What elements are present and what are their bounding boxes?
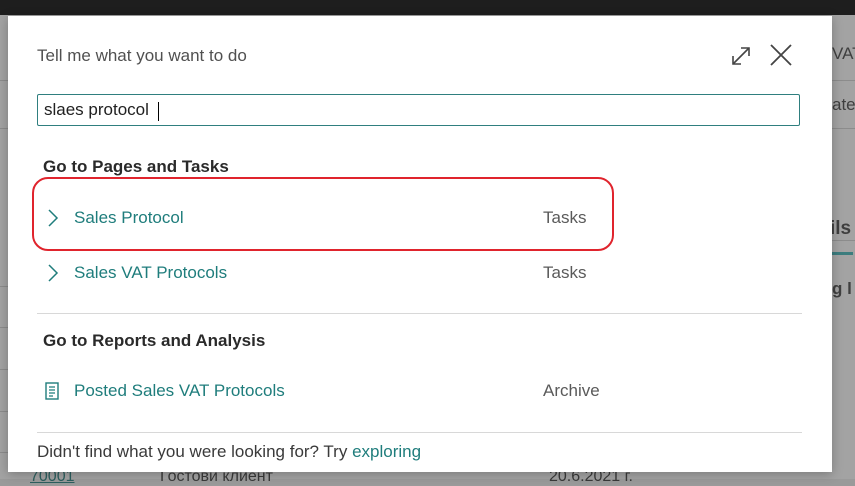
result-category: Tasks [543,263,587,282]
search-box[interactable] [37,94,800,126]
result-category: Archive [543,381,600,400]
background-field-label: g l [832,279,852,298]
chevron-right-icon [48,264,59,282]
result-category: Tasks [543,208,587,227]
result-sales-protocol[interactable]: Sales Protocol Tasks [37,198,802,238]
section-heading-reports-analysis: Go to Reports and Analysis [43,331,266,350]
background-column-header: ate [832,95,855,114]
background-divider [0,286,8,287]
expand-dialog-button[interactable] [726,41,756,71]
background-tab-label: ils [830,218,852,239]
close-dialog-button[interactable] [766,40,796,70]
expand-diagonal-icon [732,47,750,65]
background-divider [0,369,8,370]
background-divider [832,128,855,129]
result-label: Sales Protocol [74,208,184,227]
report-document-icon [45,382,59,400]
result-sales-vat-protocols[interactable]: Sales VAT Protocols Tasks [37,253,802,293]
dialog-title: Tell me what you want to do [37,46,247,65]
footer-hint: Didn't find what you were looking for? T… [37,442,421,462]
tell-me-dialog: Tell me what you want to do Go to Pages … [8,16,832,472]
result-label: Posted Sales VAT Protocols [74,381,285,400]
background-divider [0,452,8,453]
section-divider [37,313,802,314]
close-icon [770,44,792,66]
background-divider [0,128,8,129]
exploring-link[interactable]: exploring [352,442,421,461]
background-column-header: VAT [832,44,855,63]
background-divider [0,411,8,412]
footer-divider [37,432,802,433]
section-heading-pages-tasks: Go to Pages and Tasks [43,157,229,176]
footer-text: Didn't find what you were looking for? T… [37,442,353,461]
text-caret [158,102,159,121]
search-input[interactable] [38,95,799,125]
app-top-bar [0,0,855,15]
chevron-right-icon [48,209,59,227]
background-divider [0,80,8,81]
background-tab-underline [832,252,853,255]
background-divider [832,80,855,81]
result-label: Sales VAT Protocols [74,263,228,282]
background-divider [0,327,8,328]
background-divider [832,240,855,241]
result-posted-sales-vat-protocols[interactable]: Posted Sales VAT Protocols Archive [37,371,802,411]
